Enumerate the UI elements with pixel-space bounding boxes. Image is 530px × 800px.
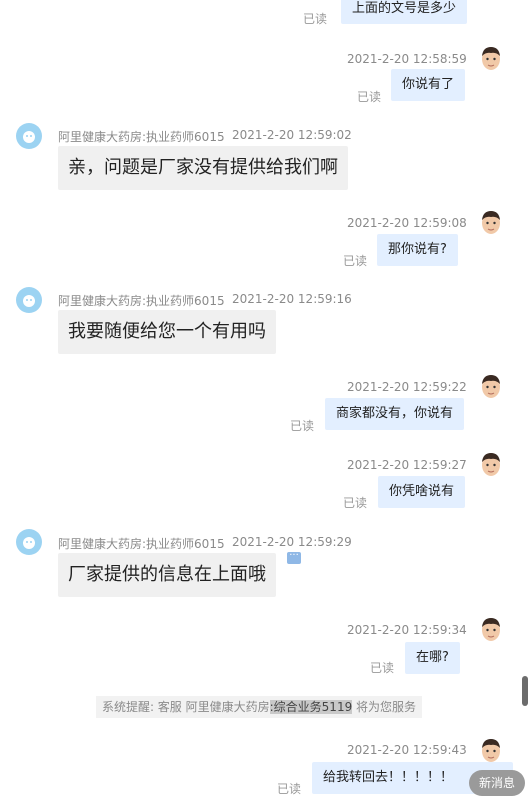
message-bubble-sent[interactable]: 你凭啥说有 [378, 476, 466, 508]
agent-avatar[interactable] [16, 529, 42, 555]
read-receipt: 已读 [343, 496, 368, 510]
read-receipt: 已读 [277, 782, 302, 796]
message-text: 商家都没有，你说有 [336, 406, 454, 421]
system-notice-suffix: 将为您服务 [352, 700, 417, 714]
read-receipt: 已读 [370, 661, 395, 675]
message-timestamp: 2021-2-20 12:58:59 [347, 52, 467, 66]
message-text: 在哪? [416, 650, 449, 665]
message-bubble-sent[interactable]: 在哪? [405, 642, 460, 674]
message-bubble-sent[interactable]: 你说有了 [391, 69, 466, 101]
message-bubble-received[interactable]: 亲，问题是厂家没有提供给我们啊 [58, 146, 348, 190]
system-notice: 系统提醒: 客服 阿里健康大药房:综合业务5119 将为您服务 [96, 696, 422, 718]
message-text: 厂家提供的信息在上面哦 [68, 564, 266, 585]
message-timestamp: 2021-2-20 12:59:02 [232, 128, 352, 142]
read-receipt: 已读 [357, 90, 382, 104]
user-avatar[interactable] [479, 46, 503, 72]
more-options-icon[interactable]: ··· [287, 551, 301, 564]
message-timestamp: 2021-2-20 12:59:29 [232, 535, 352, 549]
message-timestamp: 2021-2-20 12:59:43 [347, 743, 467, 757]
sender-name: 阿里健康大药房:执业药师6015 [58, 537, 225, 551]
message-text: 亲，问题是厂家没有提供给我们啊 [68, 157, 338, 178]
message-bubble-sent[interactable]: 商家都没有，你说有 [325, 398, 465, 430]
message-text: 我要随便给您一个有用吗 [68, 321, 266, 342]
read-receipt: 已读 [290, 419, 315, 433]
system-notice-prefix: 系统提醒: 客服 阿里健康大药房 [101, 700, 270, 714]
message-timestamp: 2021-2-20 12:59:34 [347, 623, 467, 637]
user-avatar[interactable] [479, 452, 503, 478]
agent-avatar[interactable] [16, 287, 42, 313]
read-receipt: 已读 [343, 254, 368, 268]
message-text: 那你说有? [388, 242, 447, 257]
new-message-button[interactable]: 新消息 [469, 770, 525, 796]
user-avatar[interactable] [479, 374, 503, 400]
read-receipt: 已读 [303, 12, 328, 26]
message-text: 你凭啥说有 [389, 484, 455, 499]
scrollbar-thumb[interactable] [522, 676, 528, 706]
message-bubble-sent[interactable]: 上面的文号是多少 [341, 0, 468, 24]
message-timestamp: 2021-2-20 12:59:16 [232, 292, 352, 306]
agent-avatar[interactable] [16, 123, 42, 149]
message-text: 给我转回去！！！！！ [323, 770, 454, 785]
sender-name: 阿里健康大药房:执业药师6015 [58, 294, 225, 308]
chat-message-list: 上面的文号是多少 已读 2021-2-20 12:58:59 已读 你说有了 阿… [0, 0, 530, 800]
message-bubble-received[interactable]: 厂家提供的信息在上面哦 [58, 553, 276, 597]
message-bubble-received[interactable]: 我要随便给您一个有用吗 [58, 310, 276, 354]
user-avatar[interactable] [479, 210, 503, 236]
message-bubble-sent[interactable]: 那你说有? [377, 234, 458, 266]
sender-name: 阿里健康大药房:执业药师6015 [58, 130, 225, 144]
message-timestamp: 2021-2-20 12:59:27 [347, 458, 467, 472]
message-text: 上面的文号是多少 [352, 1, 457, 16]
user-avatar[interactable] [479, 617, 503, 643]
message-text: 你说有了 [402, 77, 455, 92]
system-notice-agent: :综合业务5119 [269, 700, 353, 714]
message-timestamp: 2021-2-20 12:59:08 [347, 216, 467, 230]
user-avatar[interactable] [479, 738, 503, 764]
message-timestamp: 2021-2-20 12:59:22 [347, 380, 467, 394]
